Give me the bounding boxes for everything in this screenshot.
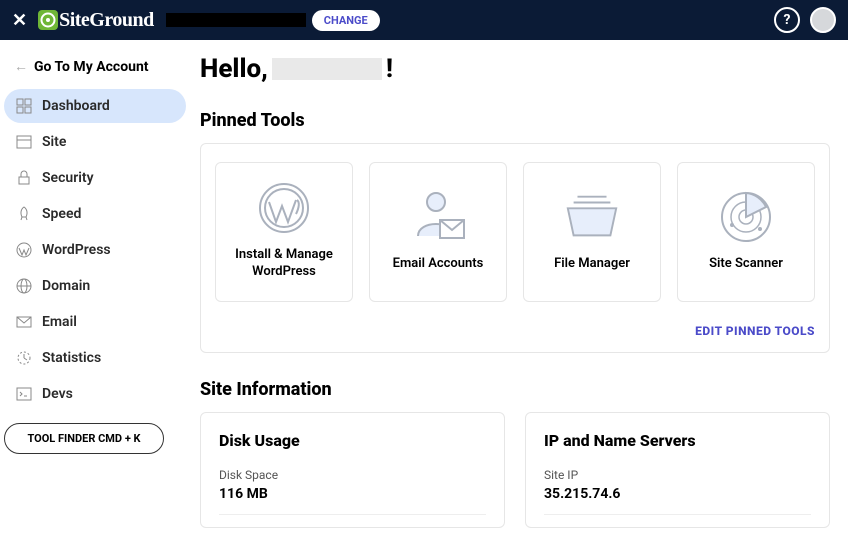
pinned-tool-site-scanner[interactable]: Site Scanner: [677, 162, 815, 302]
terminal-icon: [16, 386, 32, 402]
edit-pinned-tools-link[interactable]: EDIT PINNED TOOLS: [215, 324, 815, 338]
brand-logo[interactable]: SiteGround: [37, 9, 154, 32]
sidebar-item-speed[interactable]: Speed: [4, 197, 186, 231]
sidebar-item-label: Site: [42, 134, 66, 150]
main-content: Hello, ! Pinned Tools Install & Manage W…: [192, 40, 848, 551]
hello-name-redacted: [272, 58, 382, 80]
site-selector: CHANGE: [166, 10, 380, 31]
site-ip-value: 35.215.74.6: [544, 486, 811, 502]
clock-icon: [16, 350, 32, 366]
sidebar-item-label: Security: [42, 170, 94, 186]
rocket-icon: [16, 206, 32, 222]
sidebar-item-label: WordPress: [42, 242, 111, 258]
sidebar-item-email[interactable]: Email: [4, 305, 186, 339]
pinned-tools-title: Pinned Tools: [200, 110, 830, 131]
sidebar-item-label: Dashboard: [42, 98, 110, 114]
site-icon: [16, 134, 32, 150]
wordpress-icon: [16, 242, 32, 258]
tool-label: Email Accounts: [393, 256, 484, 273]
sidebar-item-label: Statistics: [42, 350, 101, 366]
site-information-title: Site Information: [200, 379, 830, 400]
disk-usage-card: Disk Usage Disk Space 116 MB: [200, 412, 505, 528]
greeting: Hello, !: [200, 54, 830, 84]
divider: [544, 514, 811, 515]
ip-ns-title: IP and Name Servers: [544, 431, 811, 450]
site-name-redacted: [166, 13, 306, 27]
file-manager-icon: [562, 192, 622, 242]
divider: [219, 514, 486, 515]
ip-nameservers-card: IP and Name Servers Site IP 35.215.74.6: [525, 412, 830, 528]
site-ip-label: Site IP: [544, 468, 811, 482]
sidebar-item-statistics[interactable]: Statistics: [4, 341, 186, 375]
help-icon[interactable]: ?: [774, 7, 800, 33]
pinned-tool-wordpress[interactable]: Install & Manage WordPress: [215, 162, 353, 302]
hello-prefix: Hello,: [200, 54, 268, 84]
sidebar: ← Go To My Account Dashboard Site Securi…: [0, 40, 192, 551]
back-label: Go To My Account: [34, 59, 149, 75]
pinned-tool-email[interactable]: Email Accounts: [369, 162, 507, 302]
arrow-left-icon: ←: [14, 58, 28, 75]
hello-suffix: !: [386, 54, 393, 84]
dashboard-icon: [16, 98, 32, 114]
sidebar-item-devs[interactable]: Devs: [4, 377, 186, 411]
pinned-tools-card: Install & Manage WordPress Email Account…: [200, 143, 830, 353]
email-icon: [16, 314, 32, 330]
wordpress-logo-icon: [254, 183, 314, 233]
sidebar-item-security[interactable]: Security: [4, 161, 186, 195]
disk-usage-title: Disk Usage: [219, 431, 486, 450]
sidebar-item-site[interactable]: Site: [4, 125, 186, 159]
sidebar-item-dashboard[interactable]: Dashboard: [4, 89, 186, 123]
siteground-mark-icon: [37, 9, 59, 31]
radar-icon: [716, 192, 776, 242]
sidebar-item-label: Domain: [42, 278, 90, 294]
avatar[interactable]: [810, 7, 836, 33]
change-site-button[interactable]: CHANGE: [312, 10, 380, 31]
globe-icon: [16, 278, 32, 294]
sidebar-item-domain[interactable]: Domain: [4, 269, 186, 303]
disk-space-label: Disk Space: [219, 468, 486, 482]
tool-label: Install & Manage WordPress: [226, 247, 342, 281]
close-icon[interactable]: ✕: [12, 10, 27, 31]
sidebar-item-label: Speed: [42, 206, 81, 222]
lock-icon: [16, 170, 32, 186]
sidebar-item-label: Devs: [42, 386, 73, 402]
brand-logo-text: SiteGround: [59, 9, 154, 32]
tool-label: Site Scanner: [709, 256, 783, 273]
email-accounts-icon: [408, 192, 468, 242]
tool-finder-button[interactable]: TOOL FINDER CMD + K: [4, 423, 164, 454]
top-header: ✕ SiteGround CHANGE ?: [0, 0, 848, 40]
sidebar-item-wordpress[interactable]: WordPress: [4, 233, 186, 267]
back-to-account-link[interactable]: ← Go To My Account: [4, 52, 186, 81]
disk-space-value: 116 MB: [219, 486, 486, 502]
tool-label: File Manager: [554, 256, 630, 273]
sidebar-item-label: Email: [42, 314, 77, 330]
pinned-tool-file-manager[interactable]: File Manager: [523, 162, 661, 302]
